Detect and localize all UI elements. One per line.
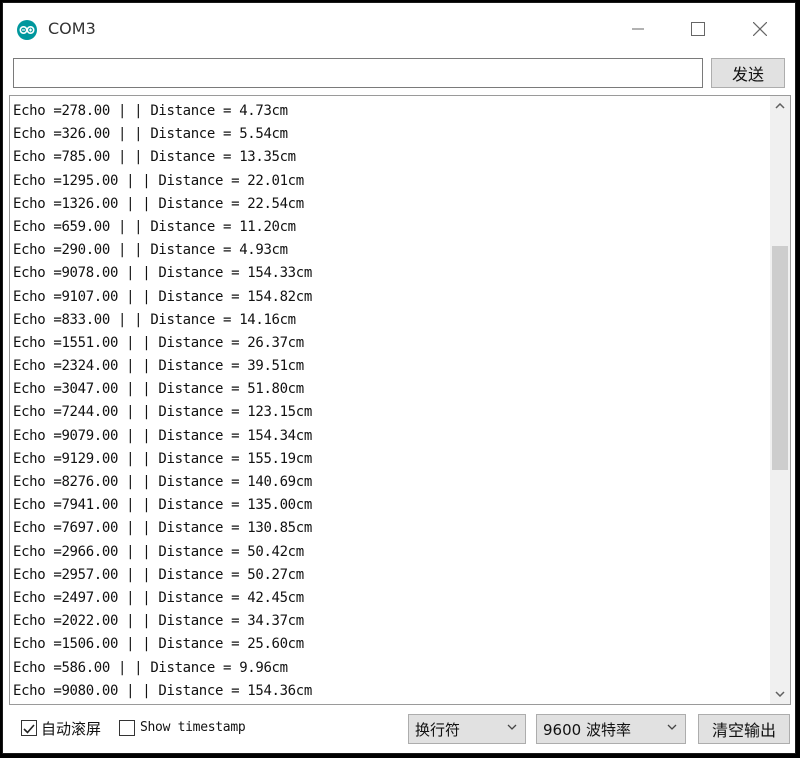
output-line: Echo =3047.00 | | Distance = 51.80cm xyxy=(13,381,304,398)
output-line: Echo =9079.00 | | Distance = 154.34cm xyxy=(13,427,312,444)
output-lines: Echo =278.00 | | Distance = 4.73cm Echo =… xyxy=(13,100,763,703)
serial-monitor-window: COM3 发送 Echo =278.00 | | Distance = 4.73… xyxy=(2,2,796,754)
close-icon xyxy=(753,22,767,36)
arduino-logo-icon xyxy=(17,20,37,40)
output-line: Echo =2957.00 | | Distance = 50.27cm xyxy=(13,566,304,583)
output-line: Echo =7244.00 | | Distance = 123.15cm xyxy=(13,404,312,421)
window-title: COM3 xyxy=(48,19,96,38)
clear-output-button[interactable]: 清空输出 xyxy=(698,714,790,744)
close-button[interactable] xyxy=(737,11,783,47)
autoscroll-checkbox[interactable] xyxy=(21,720,37,736)
scrollbar-thumb[interactable] xyxy=(772,246,788,470)
line-ending-select[interactable]: 换行符 xyxy=(408,714,526,744)
serial-output-area[interactable]: Echo =278.00 | | Distance = 4.73cm Echo =… xyxy=(9,95,791,705)
chevron-up-icon xyxy=(775,103,785,109)
title-bar[interactable]: COM3 xyxy=(3,3,795,53)
output-line: Echo =7941.00 | | Distance = 135.00cm xyxy=(13,497,312,514)
show-timestamp-label[interactable]: Show timestamp xyxy=(140,720,246,735)
output-line: Echo =9080.00 | | Distance = 154.36cm xyxy=(13,682,312,699)
output-line: Echo =1295.00 | | Distance = 22.01cm xyxy=(13,172,304,189)
bottom-toolbar: 自动滚屏 Show timestamp 换行符 9600 波特率 清空输出 xyxy=(3,708,795,753)
send-button[interactable]: 发送 xyxy=(711,58,785,88)
checkmark-icon xyxy=(23,724,35,734)
output-line: Echo =586.00 | | Distance = 9.96cm xyxy=(13,659,288,676)
minimize-button[interactable] xyxy=(615,11,661,47)
output-line: Echo =9078.00 | | Distance = 154.33cm xyxy=(13,265,312,282)
scroll-down-button[interactable] xyxy=(770,684,790,704)
output-line: Echo =785.00 | | Distance = 13.35cm xyxy=(13,149,296,166)
chevron-down-icon xyxy=(507,724,517,730)
baud-rate-select[interactable]: 9600 波特率 xyxy=(536,714,686,744)
output-line: Echo =9129.00 | | Distance = 155.19cm xyxy=(13,450,312,467)
output-line: Echo =9107.00 | | Distance = 154.82cm xyxy=(13,288,312,305)
output-line: Echo =1551.00 | | Distance = 26.37cm xyxy=(13,334,304,351)
output-line: Echo =2497.00 | | Distance = 42.45cm xyxy=(13,589,304,606)
autoscroll-label[interactable]: 自动滚屏 xyxy=(41,718,101,739)
maximize-icon xyxy=(691,22,705,36)
chevron-down-icon xyxy=(775,691,785,697)
minimize-icon xyxy=(632,28,644,30)
output-line: Echo =2022.00 | | Distance = 34.37cm xyxy=(13,613,304,630)
output-line: Echo =290.00 | | Distance = 4.93cm xyxy=(13,242,288,259)
output-line: Echo =326.00 | | Distance = 5.54cm xyxy=(13,126,288,143)
vertical-scrollbar[interactable] xyxy=(770,96,790,704)
line-ending-value: 换行符 xyxy=(415,720,461,739)
output-line: Echo =7697.00 | | Distance = 130.85cm xyxy=(13,520,312,537)
output-line: Echo =659.00 | | Distance = 11.20cm xyxy=(13,218,296,235)
scroll-up-button[interactable] xyxy=(770,96,790,116)
output-line: Echo =8276.00 | | Distance = 140.69cm xyxy=(13,474,312,490)
maximize-button[interactable] xyxy=(675,11,721,47)
output-line: Echo =2324.00 | | Distance = 39.51cm xyxy=(13,358,304,375)
output-line: Echo =1506.00 | | Distance = 25.60cm xyxy=(13,636,304,653)
send-input[interactable] xyxy=(13,58,703,88)
output-line: Echo =1326.00 | | Distance = 22.54cm xyxy=(13,195,304,212)
output-line: Echo =833.00 | | Distance = 14.16cm xyxy=(13,311,296,328)
output-line: Echo =278.00 | | Distance = 4.73cm xyxy=(13,103,288,119)
output-line: Echo =2966.00 | | Distance = 50.42cm xyxy=(13,543,304,560)
chevron-down-icon xyxy=(667,724,677,730)
show-timestamp-checkbox[interactable] xyxy=(119,720,135,736)
baud-rate-value: 9600 波特率 xyxy=(543,720,631,739)
